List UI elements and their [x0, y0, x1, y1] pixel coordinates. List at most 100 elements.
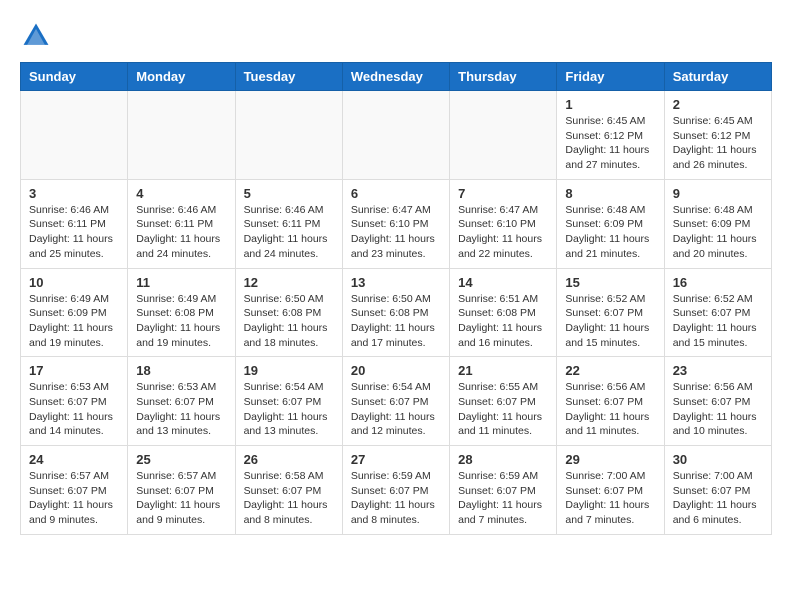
day-info: Sunrise: 6:46 AM Sunset: 6:11 PM Dayligh… [244, 203, 334, 262]
day-info: Sunrise: 7:00 AM Sunset: 6:07 PM Dayligh… [565, 469, 655, 528]
calendar-cell: 21 Sunrise: 6:55 AM Sunset: 6:07 PM Dayli… [450, 357, 557, 446]
weekday-header-friday: Friday [557, 63, 664, 91]
day-info: Sunrise: 6:47 AM Sunset: 6:10 PM Dayligh… [351, 203, 441, 262]
day-info: Sunrise: 6:55 AM Sunset: 6:07 PM Dayligh… [458, 380, 548, 439]
day-number: 5 [244, 186, 334, 201]
day-info: Sunrise: 6:58 AM Sunset: 6:07 PM Dayligh… [244, 469, 334, 528]
day-number: 18 [136, 363, 226, 378]
calendar-cell: 15 Sunrise: 6:52 AM Sunset: 6:07 PM Dayli… [557, 268, 664, 357]
day-number: 21 [458, 363, 548, 378]
calendar-cell: 13 Sunrise: 6:50 AM Sunset: 6:08 PM Dayli… [342, 268, 449, 357]
day-number: 29 [565, 452, 655, 467]
day-number: 1 [565, 97, 655, 112]
day-number: 8 [565, 186, 655, 201]
calendar-cell [235, 91, 342, 180]
day-info: Sunrise: 6:52 AM Sunset: 6:07 PM Dayligh… [673, 292, 763, 351]
calendar-cell: 3Sunrise: 6:46 AM Sunset: 6:11 PM Daylig… [21, 179, 128, 268]
day-number: 9 [673, 186, 763, 201]
calendar-cell: 27 Sunrise: 6:59 AM Sunset: 6:07 PM Dayli… [342, 446, 449, 535]
calendar-cell: 9 Sunrise: 6:48 AM Sunset: 6:09 PM Daylig… [664, 179, 771, 268]
day-number: 24 [29, 452, 119, 467]
weekday-header-monday: Monday [128, 63, 235, 91]
day-info: Sunrise: 6:51 AM Sunset: 6:08 PM Dayligh… [458, 292, 548, 351]
calendar-cell: 4 Sunrise: 6:46 AM Sunset: 6:11 PM Daylig… [128, 179, 235, 268]
calendar-cell: 2 Sunrise: 6:45 AM Sunset: 6:12 PM Daylig… [664, 91, 771, 180]
day-number: 17 [29, 363, 119, 378]
logo-icon [20, 20, 52, 52]
day-info: Sunrise: 6:57 AM Sunset: 6:07 PM Dayligh… [136, 469, 226, 528]
calendar-cell: 25 Sunrise: 6:57 AM Sunset: 6:07 PM Dayli… [128, 446, 235, 535]
day-number: 22 [565, 363, 655, 378]
calendar-cell: 23Sunrise: 6:56 AM Sunset: 6:07 PM Dayli… [664, 357, 771, 446]
day-number: 20 [351, 363, 441, 378]
day-info: Sunrise: 6:57 AM Sunset: 6:07 PM Dayligh… [29, 469, 119, 528]
calendar-cell: 17 Sunrise: 6:53 AM Sunset: 6:07 PM Dayli… [21, 357, 128, 446]
day-info: Sunrise: 6:49 AM Sunset: 6:08 PM Dayligh… [136, 292, 226, 351]
day-info: Sunrise: 6:47 AM Sunset: 6:10 PM Dayligh… [458, 203, 548, 262]
calendar-cell: 30 Sunrise: 7:00 AM Sunset: 6:07 PM Dayli… [664, 446, 771, 535]
calendar-cell: 18Sunrise: 6:53 AM Sunset: 6:07 PM Dayli… [128, 357, 235, 446]
calendar-cell: 12Sunrise: 6:50 AM Sunset: 6:08 PM Dayli… [235, 268, 342, 357]
calendar-cell [450, 91, 557, 180]
page-header [20, 20, 772, 52]
day-info: Sunrise: 6:59 AM Sunset: 6:07 PM Dayligh… [458, 469, 548, 528]
calendar-cell: 26 Sunrise: 6:58 AM Sunset: 6:07 PM Dayli… [235, 446, 342, 535]
day-info: Sunrise: 6:50 AM Sunset: 6:08 PM Dayligh… [351, 292, 441, 351]
weekday-header-sunday: Sunday [21, 63, 128, 91]
day-info: Sunrise: 6:59 AM Sunset: 6:07 PM Dayligh… [351, 469, 441, 528]
day-number: 2 [673, 97, 763, 112]
calendar-cell: 6 Sunrise: 6:47 AM Sunset: 6:10 PM Daylig… [342, 179, 449, 268]
calendar-week-row: 17 Sunrise: 6:53 AM Sunset: 6:07 PM Dayli… [21, 357, 772, 446]
calendar-week-row: 24 Sunrise: 6:57 AM Sunset: 6:07 PM Dayli… [21, 446, 772, 535]
calendar-cell: 20Sunrise: 6:54 AM Sunset: 6:07 PM Dayli… [342, 357, 449, 446]
weekday-header-wednesday: Wednesday [342, 63, 449, 91]
calendar-cell: 14 Sunrise: 6:51 AM Sunset: 6:08 PM Dayli… [450, 268, 557, 357]
day-info: Sunrise: 6:45 AM Sunset: 6:12 PM Dayligh… [565, 114, 655, 173]
calendar-week-row: 10 Sunrise: 6:49 AM Sunset: 6:09 PM Dayli… [21, 268, 772, 357]
calendar-cell: 16 Sunrise: 6:52 AM Sunset: 6:07 PM Dayli… [664, 268, 771, 357]
day-number: 23 [673, 363, 763, 378]
calendar-cell: 11Sunrise: 6:49 AM Sunset: 6:08 PM Dayli… [128, 268, 235, 357]
calendar-cell: 1 Sunrise: 6:45 AM Sunset: 6:12 PM Daylig… [557, 91, 664, 180]
day-number: 15 [565, 275, 655, 290]
day-number: 6 [351, 186, 441, 201]
day-info: Sunrise: 6:52 AM Sunset: 6:07 PM Dayligh… [565, 292, 655, 351]
day-info: Sunrise: 6:56 AM Sunset: 6:07 PM Dayligh… [565, 380, 655, 439]
logo [20, 20, 58, 52]
calendar-cell: 5 Sunrise: 6:46 AM Sunset: 6:11 PM Daylig… [235, 179, 342, 268]
day-number: 19 [244, 363, 334, 378]
calendar-cell: 8 Sunrise: 6:48 AM Sunset: 6:09 PM Daylig… [557, 179, 664, 268]
day-number: 27 [351, 452, 441, 467]
calendar-cell [128, 91, 235, 180]
day-info: Sunrise: 6:48 AM Sunset: 6:09 PM Dayligh… [565, 203, 655, 262]
day-number: 25 [136, 452, 226, 467]
calendar-cell: 28Sunrise: 6:59 AM Sunset: 6:07 PM Dayli… [450, 446, 557, 535]
calendar-week-row: 1 Sunrise: 6:45 AM Sunset: 6:12 PM Daylig… [21, 91, 772, 180]
day-info: Sunrise: 6:48 AM Sunset: 6:09 PM Dayligh… [673, 203, 763, 262]
day-number: 4 [136, 186, 226, 201]
calendar-table: SundayMondayTuesdayWednesdayThursdayFrid… [20, 62, 772, 535]
weekday-header-row: SundayMondayTuesdayWednesdayThursdayFrid… [21, 63, 772, 91]
calendar-cell: 19Sunrise: 6:54 AM Sunset: 6:07 PM Dayli… [235, 357, 342, 446]
calendar-cell: 22 Sunrise: 6:56 AM Sunset: 6:07 PM Dayli… [557, 357, 664, 446]
day-info: Sunrise: 6:45 AM Sunset: 6:12 PM Dayligh… [673, 114, 763, 173]
day-number: 13 [351, 275, 441, 290]
weekday-header-tuesday: Tuesday [235, 63, 342, 91]
day-info: Sunrise: 6:49 AM Sunset: 6:09 PM Dayligh… [29, 292, 119, 351]
calendar-cell: 7 Sunrise: 6:47 AM Sunset: 6:10 PM Daylig… [450, 179, 557, 268]
calendar-week-row: 3 Sunrise: 6:46 AM Sunset: 6:11 PM Daylig… [21, 179, 772, 268]
day-number: 7 [458, 186, 548, 201]
day-number: 26 [244, 452, 334, 467]
calendar-cell: 29 Sunrise: 7:00 AM Sunset: 6:07 PM Dayli… [557, 446, 664, 535]
day-number: 3 [29, 186, 119, 201]
day-info: Sunrise: 6:46 AM Sunset: 6:11 PM Dayligh… [136, 203, 226, 262]
calendar-cell: 10 Sunrise: 6:49 AM Sunset: 6:09 PM Dayli… [21, 268, 128, 357]
day-number: 30 [673, 452, 763, 467]
day-info: Sunrise: 7:00 AM Sunset: 6:07 PM Dayligh… [673, 469, 763, 528]
weekday-header-saturday: Saturday [664, 63, 771, 91]
day-number: 10 [29, 275, 119, 290]
day-number: 12 [244, 275, 334, 290]
day-info: Sunrise: 6:53 AM Sunset: 6:07 PM Dayligh… [29, 380, 119, 439]
day-number: 16 [673, 275, 763, 290]
day-number: 14 [458, 275, 548, 290]
